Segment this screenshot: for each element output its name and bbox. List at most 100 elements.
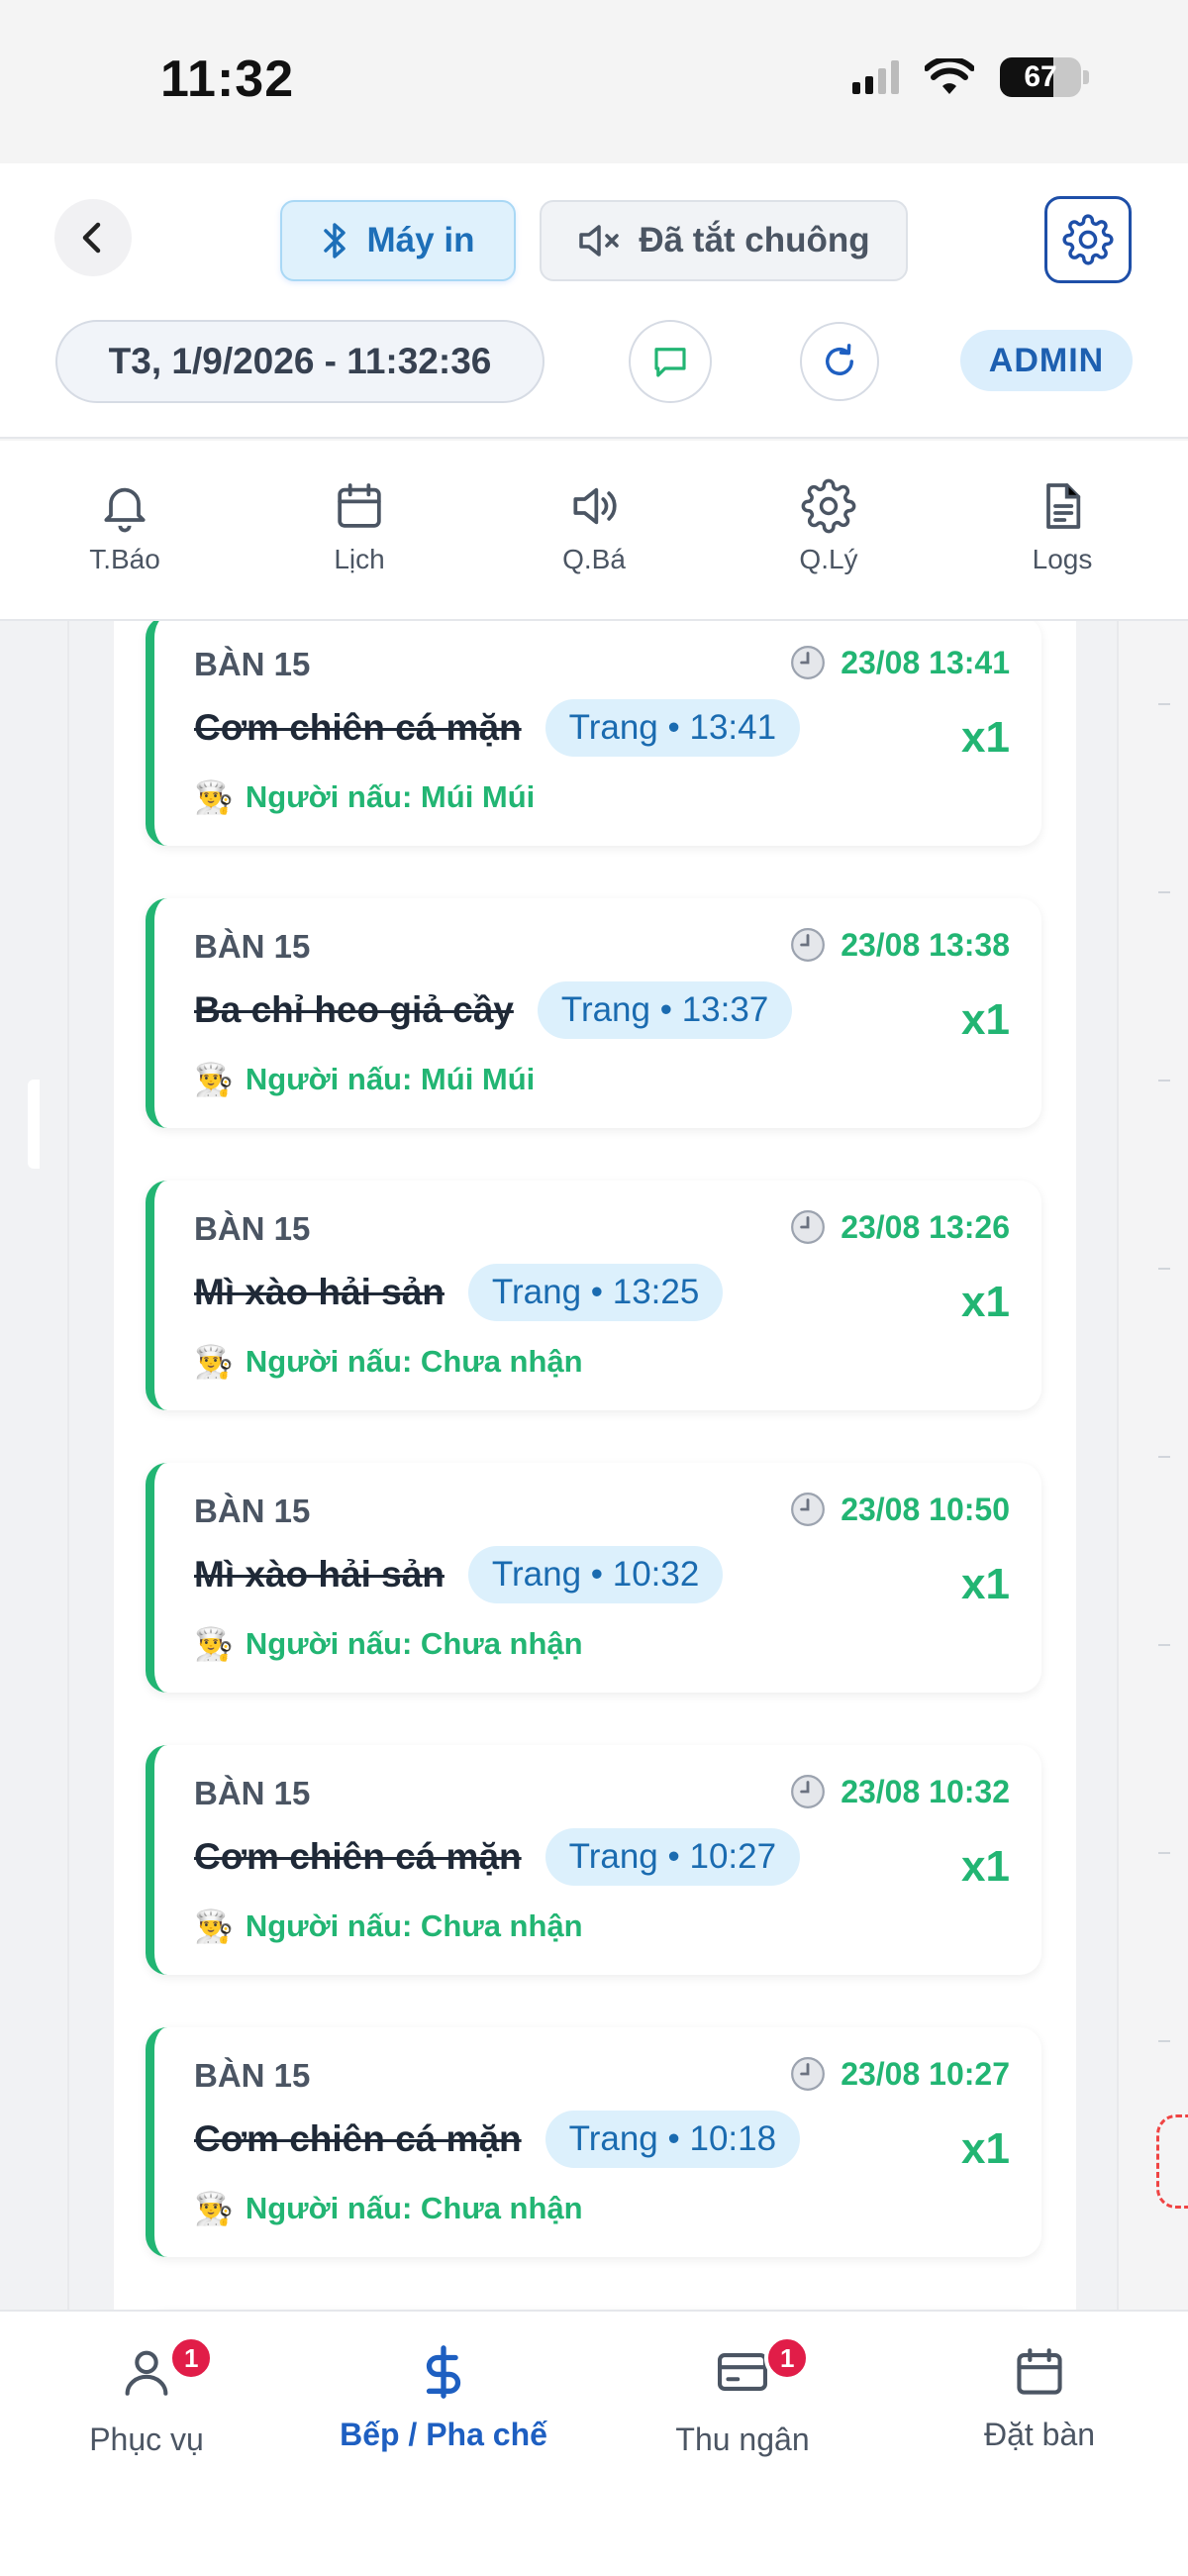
cook-info: 👨‍🍳 Người nấu: Chưa nhận (194, 1625, 583, 1663)
dish-name: Ba chỉ heo giả cầy (194, 989, 514, 1030)
waiter-tag: Trang • 10:27 (544, 1828, 801, 1886)
top-nav-label: T.Báo (89, 544, 160, 574)
chef-icon: 👨‍🍳 (194, 2191, 234, 2226)
waiter-tag: Trang • 13:37 (537, 981, 793, 1039)
order-time: 23/08 13:41 (789, 644, 1010, 681)
chef-icon: 👨‍🍳 (194, 1908, 234, 1944)
bottom-nav-item-cashier[interactable]: 1 Thu ngân (614, 2335, 871, 2458)
order-card[interactable]: BÀN 15 23/08 10:32 Cơm chiên cá mặn Trang •… (146, 1745, 1041, 1975)
bell-label: Đã tắt chuông (639, 221, 870, 259)
cook-info: 👨‍🍳 Người nấu: Chưa nhận (194, 1343, 583, 1381)
dish-name: Cơm chiên cá mặn (194, 1836, 522, 1877)
top-nav-label: Q.Bá (562, 544, 626, 574)
cook-text: Người nấu: Chưa nhận (245, 1908, 583, 1943)
cook-info: 👨‍🍳 Người nấu: Múi Múi (194, 1061, 535, 1098)
chat-icon (654, 348, 686, 377)
dish-name: Cơm chiên cá mặn (194, 2118, 522, 2159)
waiter-tag: Trang • 10:18 (544, 2111, 801, 2168)
bottom-nav-item-service[interactable]: 1 Phục vụ (18, 2335, 275, 2458)
order-time: 23/08 10:50 (789, 1491, 1010, 1528)
waiter-tag: Trang • 10:32 (467, 1546, 724, 1603)
order-card[interactable]: BÀN 15 23/08 10:50 Mì xào hải sản Trang • 1… (146, 1463, 1041, 1693)
top-nav-item-manage[interactable]: Q.Lý (749, 478, 908, 575)
credit-card-icon (717, 2353, 768, 2391)
waiter-tag: Trang • 13:25 (467, 1264, 724, 1321)
waiter-tag: Trang • 13:41 (544, 699, 801, 757)
order-card[interactable]: BÀN 15 23/08 10:27 Cơm chiên cá mặn Trang •… (146, 2027, 1041, 2257)
table-label: BÀN 15 (194, 1210, 311, 1247)
table-label: BÀN 15 (194, 646, 311, 682)
battery-icon: 67 (1000, 57, 1081, 97)
clock-icon (791, 1493, 826, 1526)
settings-button[interactable] (1044, 196, 1132, 283)
gear-icon (801, 478, 856, 534)
back-button[interactable] (54, 199, 132, 276)
top-nav-item-logs[interactable]: Logs (983, 478, 1141, 575)
order-time-text: 23/08 10:27 (841, 2055, 1010, 2092)
bottom-nav-item-booking[interactable]: Đặt bàn (911, 2343, 1168, 2453)
top-nav-label: Lịch (334, 544, 385, 574)
bottom-nav-label: Phục vụ (89, 2421, 204, 2457)
datetime-display: T3, 1/9/2026 - 11:32:36 (55, 320, 544, 403)
next-column-placeholder[interactable] (1156, 2114, 1188, 2209)
speaker-icon (573, 487, 617, 525)
cook-text: Người nấu: Chưa nhận (245, 1626, 583, 1661)
top-nav-label: Q.Lý (799, 544, 858, 574)
speaker-muted-icon (579, 225, 620, 257)
order-time: 23/08 13:26 (789, 1208, 1010, 1246)
chevron-left-icon (82, 222, 101, 254)
clock-icon (791, 928, 826, 962)
quantity: x1 (961, 1560, 1010, 1608)
dish-name: Cơm chiên cá mặn (194, 707, 522, 748)
table-label: BÀN 15 (194, 2057, 311, 2094)
order-time: 23/08 13:38 (789, 926, 1010, 964)
cook-info: 👨‍🍳 Người nấu: Chưa nhận (194, 1907, 583, 1945)
dish-name: Mì xào hải sản (194, 1554, 445, 1595)
cook-info: 👨‍🍳 Người nấu: Múi Múi (194, 778, 535, 816)
top-nav-item-calendar[interactable]: Lịch (280, 478, 439, 575)
cook-text: Người nấu: Múi Múi (245, 1062, 536, 1096)
quantity: x1 (961, 1842, 1010, 1891)
top-nav-item-notifications[interactable]: T.Báo (46, 478, 204, 575)
printer-label: Máy in (366, 221, 475, 259)
clock-icon (791, 1775, 826, 1808)
bottom-nav-item-kitchen[interactable]: Bếp / Pha chế (315, 2343, 572, 2453)
bottom-nav-label: Đặt bàn (983, 2417, 1096, 2452)
chef-icon: 👨‍🍳 (194, 1626, 234, 1662)
dish-name: Mì xào hải sản (194, 1272, 445, 1312)
cook-info: 👨‍🍳 Người nấu: Chưa nhận (194, 2190, 583, 2227)
table-label: BÀN 15 (194, 1775, 311, 1811)
header: Máy in Đã tắt chuông T3, 1/9/2026 - 11:3… (0, 163, 1188, 439)
content-gutter (0, 621, 67, 2310)
order-time-text: 23/08 10:50 (841, 1491, 1010, 1527)
clock-icon (791, 1210, 826, 1244)
order-time-text: 23/08 13:41 (841, 644, 1010, 680)
chef-icon: 👨‍🍳 (194, 1344, 234, 1380)
dollar-icon (426, 2345, 461, 2399)
order-time-text: 23/08 13:38 (841, 926, 1010, 963)
cook-text: Người nấu: Chưa nhận (245, 2191, 583, 2225)
quantity: x1 (961, 713, 1010, 762)
battery-percent: 67 (1024, 60, 1057, 93)
chef-icon: 👨‍🍳 (194, 1062, 234, 1097)
drawer-handle[interactable] (28, 1080, 40, 1169)
order-card[interactable]: BÀN 15 23/08 13:41 Cơm chiên cá mặn Trang •… (146, 621, 1041, 846)
status-time: 11:32 (160, 51, 295, 108)
table-label: BÀN 15 (194, 928, 311, 965)
printer-button[interactable]: Máy in (280, 200, 516, 281)
order-card[interactable]: BÀN 15 23/08 13:38 Ba chỉ heo giả cầy Trang… (146, 898, 1041, 1128)
bottom-nav-label: Thu ngân (675, 2421, 810, 2457)
calendar-icon (338, 483, 381, 528)
chat-button[interactable] (629, 320, 712, 403)
document-icon (1046, 483, 1081, 529)
refresh-button[interactable] (800, 322, 879, 401)
quantity: x1 (961, 1278, 1010, 1326)
order-time-text: 23/08 10:32 (841, 1773, 1010, 1809)
refresh-icon (826, 344, 853, 375)
cook-text: Người nấu: Chưa nhận (245, 1344, 583, 1379)
order-card[interactable]: BÀN 15 23/08 13:26 Mì xào hải sản Trang • 1… (146, 1181, 1041, 1410)
mute-bell-button[interactable]: Đã tắt chuông (540, 200, 908, 281)
top-nav: T.Báo Lịch Q.Bá Q.Lý Logs (0, 441, 1188, 621)
calendar-icon (1017, 2348, 1062, 2395)
top-nav-item-ads[interactable]: Q.Bá (515, 478, 673, 575)
